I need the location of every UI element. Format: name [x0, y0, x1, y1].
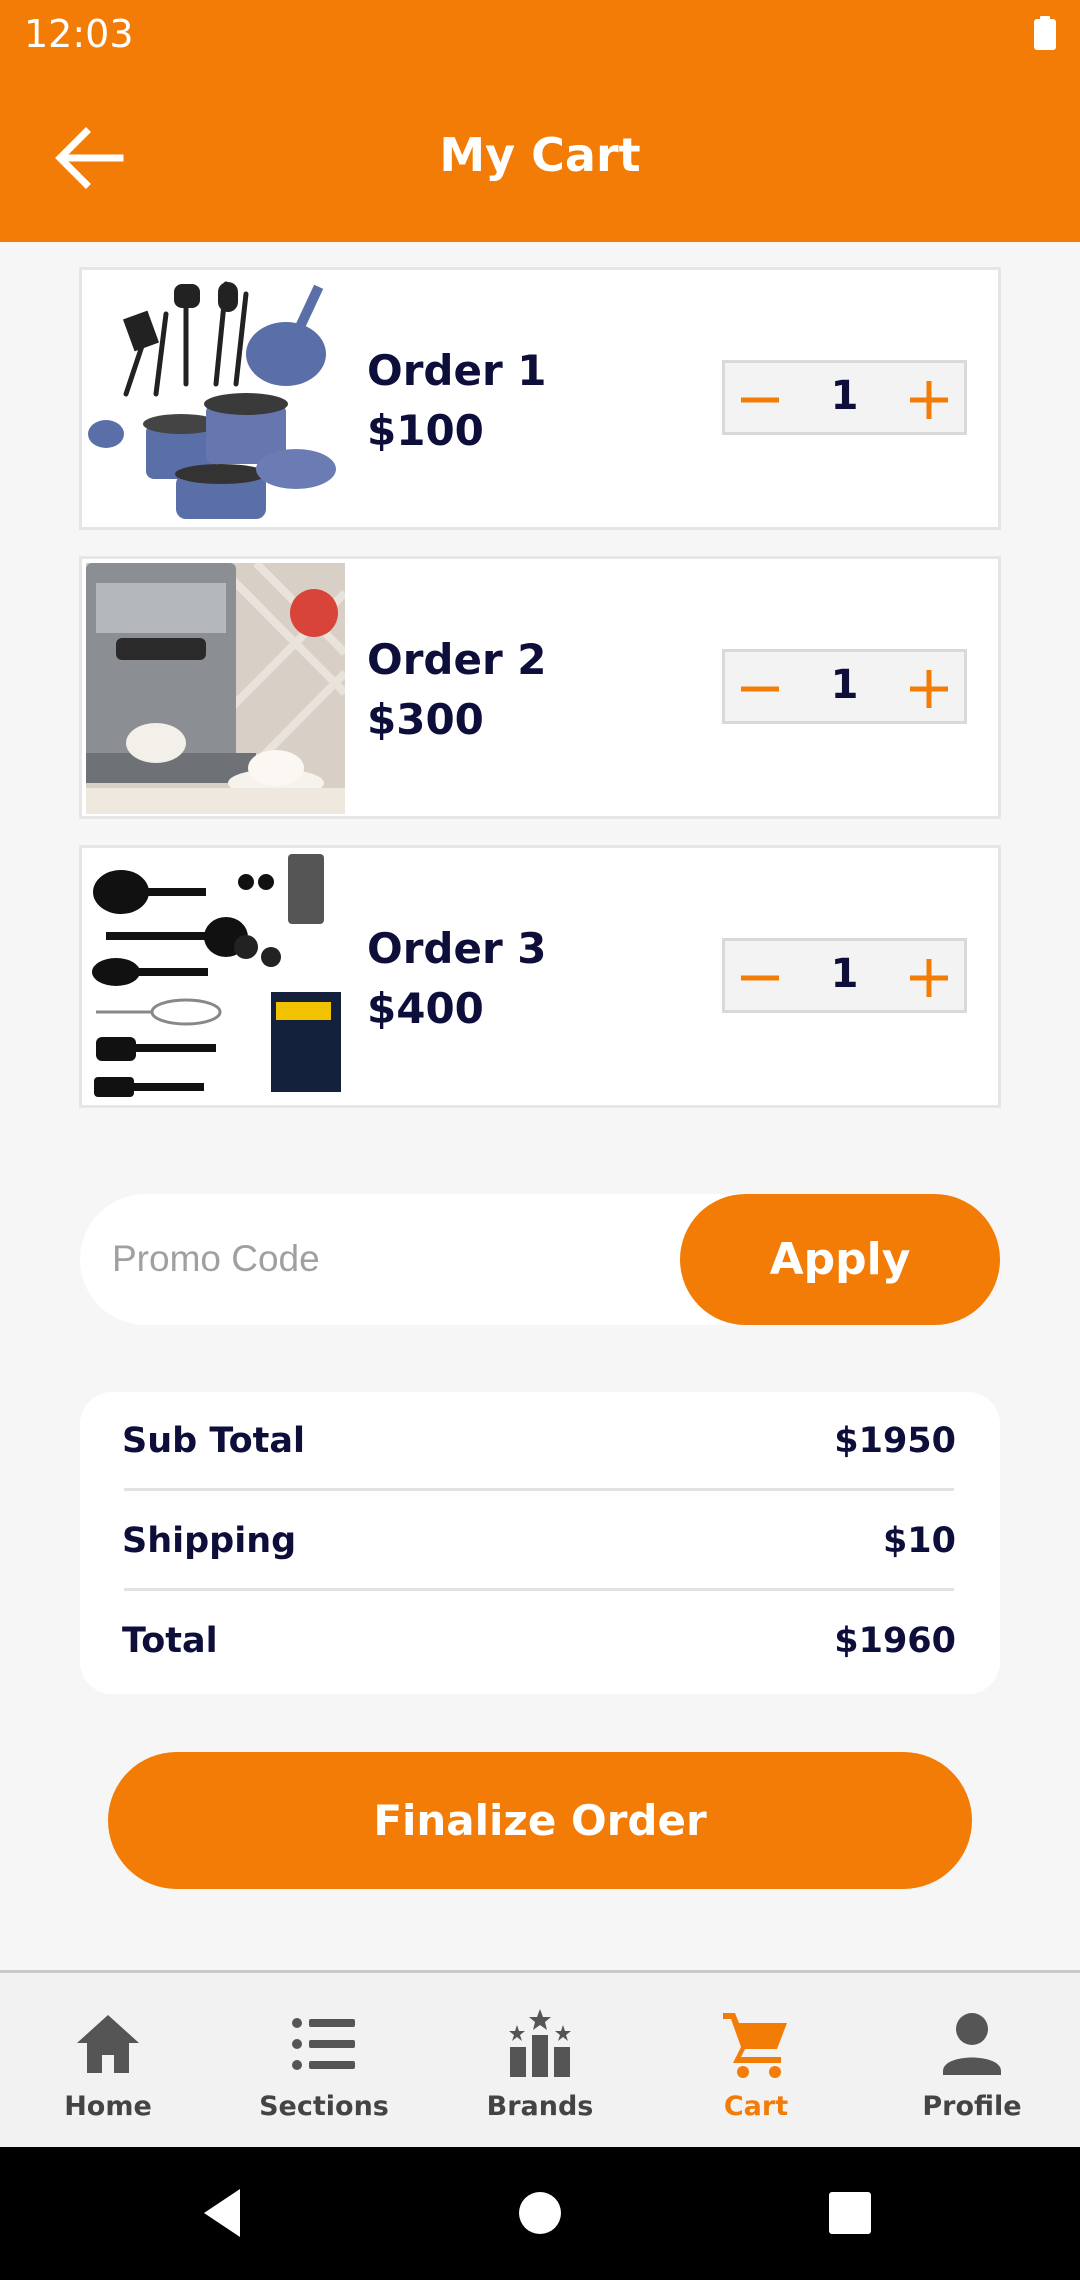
cart-item-order-3: Order 3 $400 1: [79, 845, 1001, 1108]
cookware-set-image: [86, 274, 345, 525]
brands-icon: [509, 2009, 571, 2077]
person-icon: [943, 2013, 1001, 2075]
espresso-machine-image: [86, 563, 345, 814]
divider: [124, 1588, 954, 1591]
status-time: 12:03: [24, 12, 134, 56]
kitchen-utensils-image: [86, 852, 345, 1103]
cart-icon: [723, 2013, 787, 2078]
promo-code-bar: Apply: [80, 1194, 1000, 1325]
order-name: Order 2: [367, 635, 547, 684]
system-navigation-bar: [0, 2147, 1080, 2280]
nav-cart[interactable]: Cart: [648, 1973, 864, 2147]
app-bar: My Cart: [0, 66, 1080, 242]
nav-label: Brands: [486, 2091, 594, 2122]
battery-icon: [1034, 16, 1056, 50]
quantity-stepper: 1: [722, 360, 967, 435]
system-recents-icon[interactable]: [820, 2183, 880, 2243]
finalize-order-button[interactable]: Finalize Order: [108, 1752, 972, 1889]
order-name: Order 3: [367, 924, 547, 973]
subtotal-value: $1950: [834, 1421, 956, 1461]
nav-label: Home: [64, 2091, 152, 2122]
total-label: Total: [122, 1621, 218, 1661]
list-icon: [292, 2018, 355, 2070]
cart-item-order-2: Order 2 $300 1: [79, 556, 1001, 819]
order-name: Order 1: [367, 346, 547, 395]
shipping-label: Shipping: [122, 1521, 297, 1561]
page-title: My Cart: [439, 128, 641, 182]
quantity-stepper: 1: [722, 649, 967, 724]
plus-icon[interactable]: [906, 377, 952, 423]
nav-brands[interactable]: Brands: [432, 1973, 648, 2147]
subtotal-label: Sub Total: [122, 1421, 305, 1461]
divider: [124, 1488, 954, 1491]
nav-label: Sections: [259, 2091, 389, 2122]
shipping-value: $10: [882, 1521, 956, 1561]
bottom-navigation: Home Sections Brands Cart Profile: [0, 1970, 1080, 2147]
status-bar: 12:03: [0, 0, 1080, 66]
cart-item-order-1: Order 1 $100 1: [79, 267, 1001, 530]
order-price: $400: [367, 984, 484, 1033]
order-price: $100: [367, 406, 484, 455]
system-home-icon[interactable]: [510, 2183, 570, 2243]
plus-icon[interactable]: [906, 955, 952, 1001]
system-back-icon[interactable]: [194, 2183, 254, 2243]
quantity-stepper: 1: [722, 938, 967, 1013]
nav-label: Profile: [922, 2091, 1022, 2122]
shipping-row: Shipping $10: [122, 1511, 956, 1571]
nav-profile[interactable]: Profile: [864, 1973, 1080, 2147]
order-summary: Sub Total $1950 Shipping $10 Total $1960: [80, 1392, 1000, 1694]
apply-button[interactable]: Apply: [680, 1194, 1000, 1325]
subtotal-row: Sub Total $1950: [122, 1411, 956, 1471]
nav-label: Cart: [723, 2091, 789, 2122]
total-row: Total $1960: [122, 1611, 956, 1671]
order-price: $300: [367, 695, 484, 744]
home-icon: [77, 2015, 139, 2073]
promo-code-input[interactable]: [112, 1224, 692, 1294]
nav-home[interactable]: Home: [0, 1973, 216, 2147]
plus-icon[interactable]: [906, 666, 952, 712]
nav-sections[interactable]: Sections: [216, 1973, 432, 2147]
total-value: $1960: [834, 1621, 956, 1661]
